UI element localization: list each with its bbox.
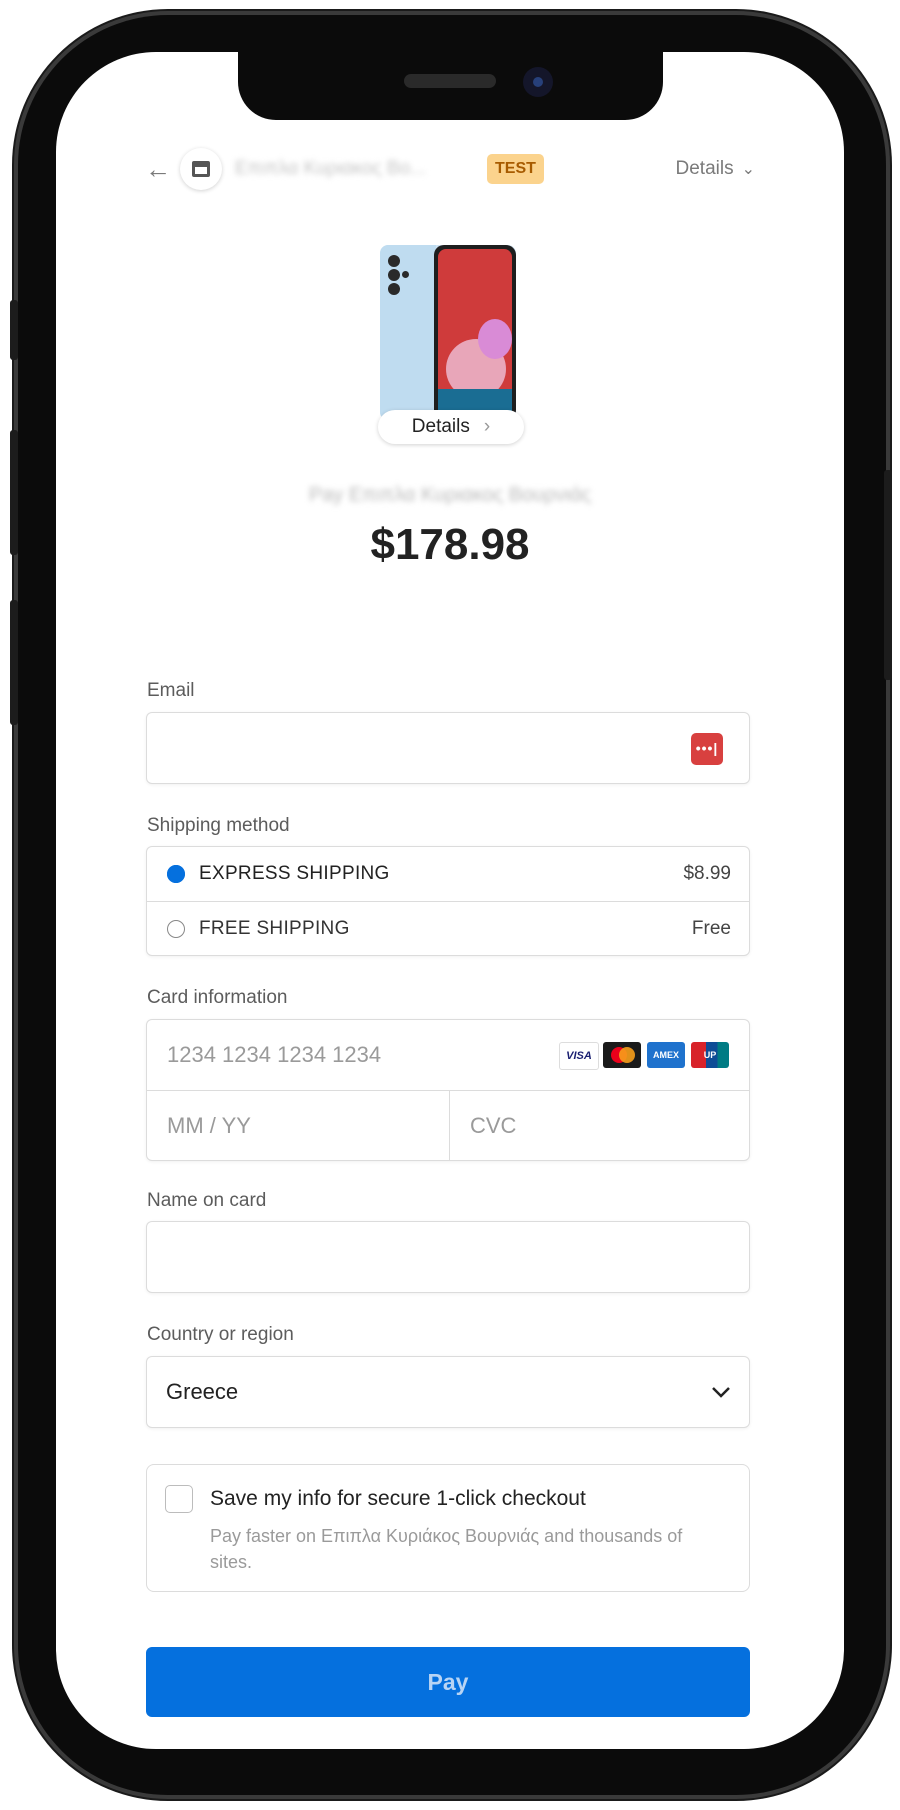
- chevron-down-icon: [711, 1379, 731, 1405]
- product-details-button[interactable]: Details ›: [378, 410, 524, 444]
- radio-selected-icon[interactable]: [167, 865, 185, 883]
- product-camera-dot: [388, 283, 400, 295]
- mute-switch: [10, 300, 18, 360]
- test-mode-badge: TEST: [487, 154, 544, 184]
- shipping-option-name: FREE SHIPPING: [199, 918, 350, 939]
- shipping-method-group: EXPRESS SHIPPING $8.99 FREE SHIPPING Fre…: [146, 846, 750, 956]
- chevron-down-icon: ⌄: [741, 161, 755, 178]
- country-select[interactable]: Greece: [146, 1356, 750, 1428]
- volume-down-button: [10, 600, 18, 725]
- product-camera-dot: [402, 271, 409, 278]
- checkout-header: ← Επιπλα Κυριακος Βο... TEST Details ⌄: [145, 148, 755, 190]
- shipping-method-label: Shipping method: [147, 815, 290, 836]
- visa-icon: VISA: [559, 1042, 599, 1070]
- country-value: Greece: [166, 1379, 239, 1404]
- card-number-field[interactable]: 1234 1234 1234 1234 VISA AMEX UP: [147, 1020, 749, 1090]
- pay-to-merchant: Pay Επιπλα Κυριακος Βουρνιάς: [308, 484, 592, 506]
- name-on-card-label: Name on card: [147, 1190, 267, 1211]
- pay-button[interactable]: Pay: [146, 1647, 750, 1717]
- product-camera-dot: [388, 269, 400, 281]
- shipping-option-name: EXPRESS SHIPPING: [199, 863, 390, 884]
- speaker: [404, 74, 496, 88]
- product-camera-dot: [388, 255, 400, 267]
- storefront-icon: [180, 148, 222, 190]
- shipping-option-free[interactable]: FREE SHIPPING Free: [147, 902, 749, 956]
- card-information-label: Card information: [147, 987, 288, 1008]
- cvc-field[interactable]: CVC: [450, 1091, 749, 1161]
- save-info-checkbox[interactable]: [165, 1485, 193, 1513]
- save-info-box: Save my info for secure 1-click checkout…: [146, 1464, 750, 1592]
- wallpaper-shape: [478, 319, 512, 359]
- expiry-field[interactable]: MM / YY: [147, 1091, 449, 1161]
- store-name[interactable]: Επιπλα Κυριακος Βο...: [235, 158, 426, 180]
- unionpay-icon: UP: [691, 1042, 729, 1068]
- radio-unselected-icon[interactable]: [167, 920, 185, 938]
- amex-icon: AMEX: [647, 1042, 685, 1068]
- save-info-subtitle: Pay faster on Επιπλα Κυριάκος Βουρνιάς a…: [210, 1526, 683, 1572]
- country-label: Country or region: [147, 1324, 294, 1345]
- shipping-option-price: $8.99: [683, 863, 731, 884]
- card-information-group: 1234 1234 1234 1234 VISA AMEX UP MM / YY…: [146, 1019, 750, 1161]
- shipping-option-express[interactable]: EXPRESS SHIPPING $8.99: [147, 847, 749, 901]
- mastercard-icon: [603, 1042, 641, 1068]
- product-phone-screen: [438, 249, 512, 420]
- save-info-title[interactable]: Save my info for secure 1-click checkout: [210, 1487, 586, 1511]
- password-autofill-icon[interactable]: •••|: [691, 733, 723, 765]
- email-field[interactable]: •••|: [146, 712, 750, 784]
- front-camera: [523, 67, 553, 97]
- arrow-left-icon[interactable]: ←: [145, 154, 171, 185]
- details-toggle[interactable]: Details ⌄: [676, 158, 755, 180]
- details-toggle-label: Details: [675, 158, 734, 179]
- total-price: $178.98: [370, 520, 530, 569]
- expiry-placeholder: MM / YY: [167, 1113, 251, 1138]
- email-label: Email: [147, 680, 195, 701]
- shipping-option-price: Free: [691, 918, 731, 939]
- name-on-card-field[interactable]: [146, 1221, 750, 1293]
- cvc-placeholder: CVC: [470, 1113, 517, 1138]
- card-number-placeholder: 1234 1234 1234 1234: [167, 1042, 382, 1067]
- product-image: [380, 245, 516, 420]
- product-details-label: Details: [411, 416, 470, 437]
- chevron-right-icon: ›: [483, 416, 491, 437]
